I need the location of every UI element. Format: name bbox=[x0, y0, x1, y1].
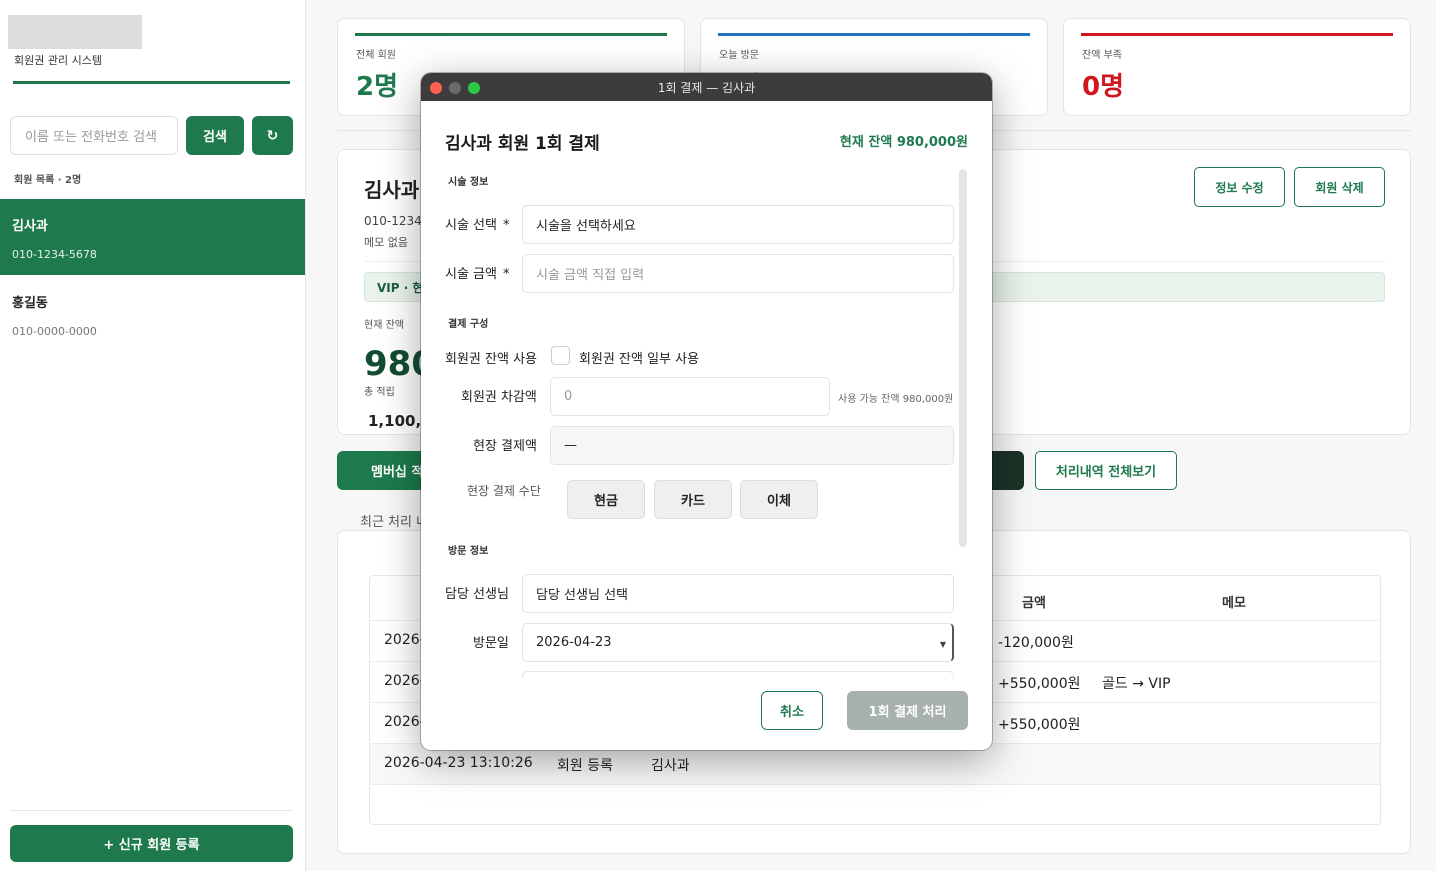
onsite-amount-display: — bbox=[550, 426, 954, 465]
visit-date-label: 방문일 bbox=[473, 636, 509, 651]
row-amount: -120,000원 bbox=[998, 635, 1074, 651]
member-list-item[interactable]: 홍길동 010-0000-0000 bbox=[0, 276, 305, 352]
stat-value: 0명 bbox=[1082, 72, 1125, 102]
new-member-button[interactable]: + 신규 회원 등록 bbox=[10, 825, 293, 862]
row-datetime: 2026-04-23 13:10:26 bbox=[384, 755, 533, 771]
member-phone: 010-0000-0000 bbox=[12, 325, 97, 338]
required-mark: * bbox=[502, 267, 510, 282]
pay-method-cash-button[interactable]: 현금 bbox=[567, 480, 645, 519]
partial-balance-label: 회원권 잔액 일부 사용 bbox=[579, 352, 700, 367]
available-balance-note: 사용 가능 잔액 980,000원 bbox=[838, 394, 954, 405]
deduct-amount-input[interactable]: 0 bbox=[550, 377, 830, 416]
detail-member-memo: 메모 없음 bbox=[364, 236, 408, 249]
confirm-payment-button[interactable]: 1회 결제 처리 bbox=[847, 691, 968, 730]
accumulated-label: 총 적립 bbox=[364, 387, 395, 398]
payment-modal: 1회 결제 — 김사과 김사과 회원 1회 결제 현재 잔액 980,000원 … bbox=[421, 73, 992, 750]
row-memo: 골드 → VIP bbox=[1102, 676, 1171, 692]
stat-card-low-balance: 잔액 부족 0명 bbox=[1063, 18, 1411, 116]
column-header-amount: 금액 bbox=[1022, 596, 1046, 611]
modal-title: 김사과 회원 1회 결제 bbox=[445, 134, 600, 154]
row-amount: +550,000원 bbox=[998, 717, 1081, 733]
treatment-amount-label: 시술 금액 * bbox=[445, 263, 509, 282]
member-name: 홍길동 bbox=[12, 296, 48, 311]
search-button[interactable]: 검색 bbox=[186, 116, 244, 155]
visit-date-value: 2026-04-23 bbox=[536, 635, 612, 650]
table-row-empty bbox=[370, 784, 1380, 825]
visit-date-input[interactable]: 2026-04-23 ▼ bbox=[522, 623, 954, 662]
modal-current-balance: 현재 잔액 980,000원 bbox=[839, 135, 968, 150]
row-amount: +550,000원 bbox=[998, 676, 1081, 692]
column-header-memo: 메모 bbox=[1222, 596, 1246, 611]
section-payment-composition: 결제 구성 bbox=[448, 319, 489, 330]
stat-accent-bar bbox=[1081, 33, 1393, 36]
treatment-amount-label-text: 시술 금액 bbox=[445, 267, 497, 282]
balance-label: 현재 잔액 bbox=[364, 320, 404, 331]
sidebar-divider bbox=[10, 810, 293, 811]
row-datetime: 2026- bbox=[384, 714, 425, 730]
section-treatment-info: 시술 정보 bbox=[448, 177, 489, 188]
onsite-method-label: 현장 결제 수단 bbox=[467, 484, 541, 498]
row-datetime: 2026- bbox=[384, 673, 425, 689]
sidebar: 회원권 관리 시스템 이름 또는 전화번호 검색 검색 ↻ 회원 목록 · 2명… bbox=[0, 0, 306, 871]
search-input[interactable]: 이름 또는 전화번호 검색 bbox=[10, 116, 178, 155]
partially-visible-field[interactable] bbox=[522, 671, 954, 679]
treatment-select-label: 시술 선택 * bbox=[445, 214, 509, 233]
pay-method-transfer-button[interactable]: 이체 bbox=[740, 480, 818, 519]
teacher-select[interactable]: 담당 선생님 선택 bbox=[522, 574, 954, 613]
delete-member-button[interactable]: 회원 삭제 bbox=[1294, 167, 1385, 207]
detail-member-name: 김사과 bbox=[364, 178, 420, 202]
deduct-amount-label: 회원권 차감액 bbox=[461, 390, 537, 405]
row-type: 회원 등록 bbox=[557, 758, 613, 774]
treatment-amount-input[interactable]: 시술 금액 직접 입력 bbox=[522, 254, 954, 293]
required-mark: * bbox=[502, 218, 510, 233]
tier-text: VIP · 현 bbox=[377, 280, 424, 295]
modal-scrollbar[interactable] bbox=[959, 169, 967, 547]
view-all-history-button[interactable]: 처리내역 전체보기 bbox=[1035, 451, 1177, 490]
treatment-select-label-text: 시술 선택 bbox=[445, 218, 497, 233]
stat-value: 2명 bbox=[356, 72, 399, 102]
treatment-select[interactable]: 시술을 선택하세요 bbox=[522, 205, 954, 244]
stat-label: 전체 회원 bbox=[356, 50, 396, 61]
section-visit-info: 방문 정보 bbox=[448, 546, 489, 557]
stat-accent-bar bbox=[355, 33, 667, 36]
app-title: 회원권 관리 시스템 bbox=[14, 54, 102, 67]
window-titlebar: 1회 결제 — 김사과 bbox=[421, 73, 992, 101]
onsite-amount-label: 현장 결제액 bbox=[473, 439, 537, 454]
edit-info-button[interactable]: 정보 수정 bbox=[1194, 167, 1285, 207]
stat-label: 잔액 부족 bbox=[1082, 50, 1122, 61]
logo-placeholder bbox=[8, 15, 142, 49]
pay-method-card-button[interactable]: 카드 bbox=[654, 480, 732, 519]
member-phone: 010-1234-5678 bbox=[12, 248, 97, 261]
sidebar-accent-line bbox=[13, 81, 290, 84]
member-list-item[interactable]: 김사과 010-1234-5678 bbox=[0, 199, 305, 275]
refresh-icon[interactable]: ↻ bbox=[252, 116, 293, 155]
partial-balance-checkbox[interactable] bbox=[551, 346, 570, 365]
row-datetime: 2026- bbox=[384, 632, 425, 648]
row-name: 김사과 bbox=[651, 758, 690, 774]
dropdown-arrow-icon: ▼ bbox=[939, 640, 946, 649]
member-name: 김사과 bbox=[12, 219, 48, 234]
stat-label: 오늘 방문 bbox=[719, 50, 759, 61]
window-title: 1회 결제 — 김사과 bbox=[657, 81, 756, 95]
stat-accent-bar bbox=[718, 33, 1030, 36]
teacher-label: 담당 선생님 bbox=[445, 587, 509, 602]
member-list-header: 회원 목록 · 2명 bbox=[14, 175, 82, 186]
cancel-button[interactable]: 취소 bbox=[761, 691, 823, 730]
use-balance-label: 회원권 잔액 사용 bbox=[445, 352, 537, 367]
